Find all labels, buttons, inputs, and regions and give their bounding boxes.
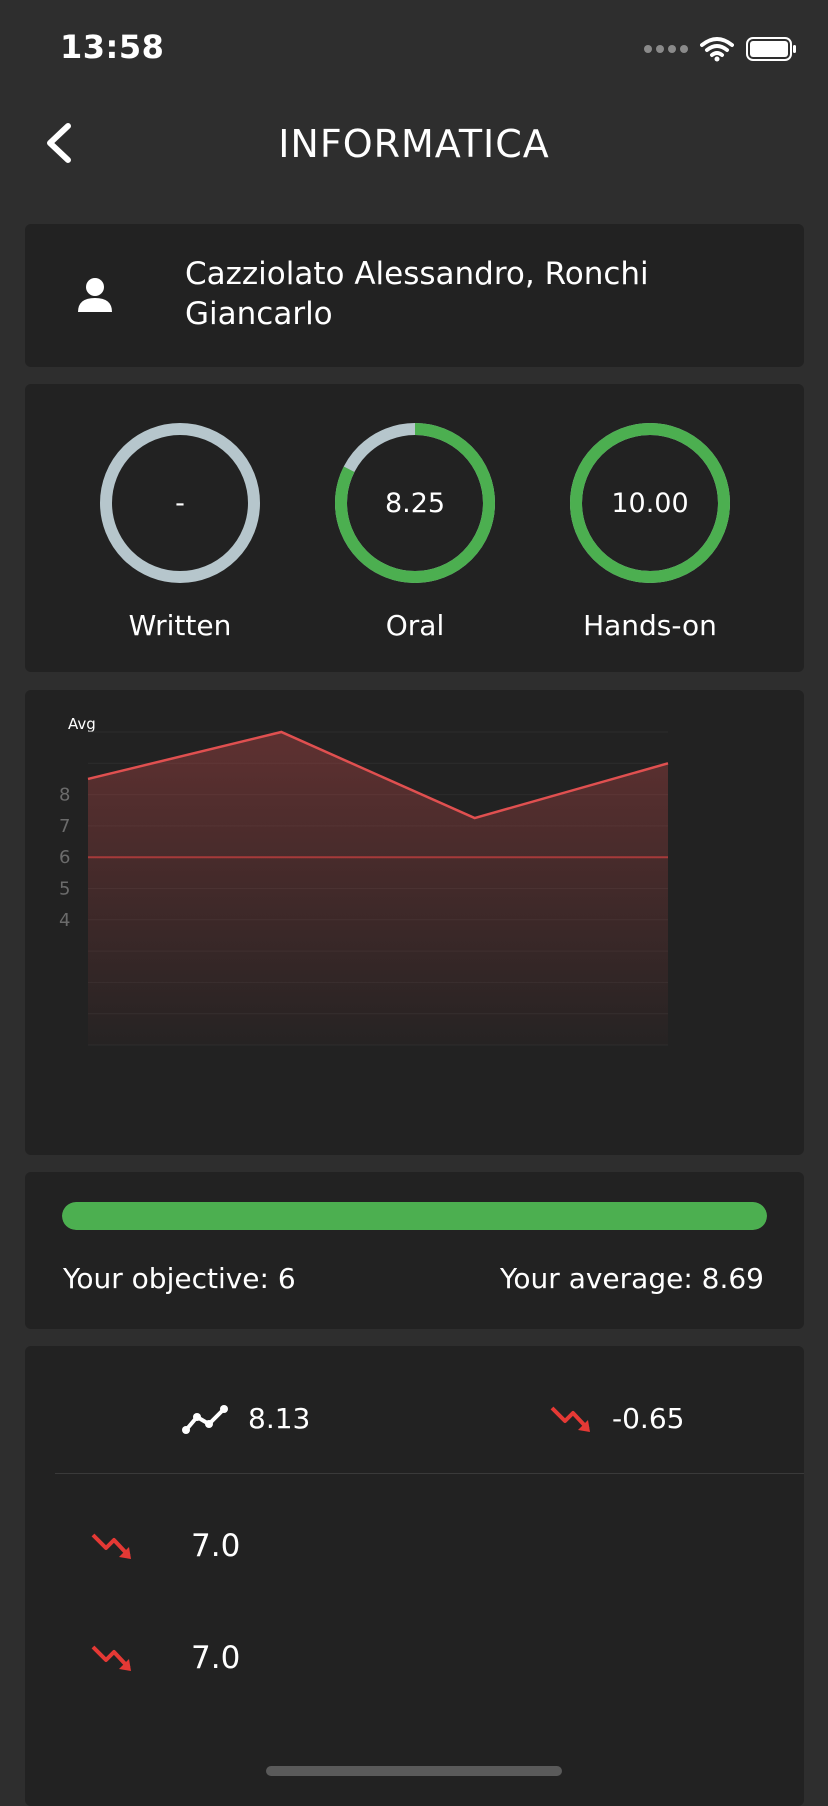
average-text: Your average: 8.69 — [500, 1262, 764, 1295]
list-item-value: 7.0 — [191, 1640, 241, 1676]
trend-stat: 8.13 — [182, 1402, 310, 1435]
hands-on-value: 10.00 — [611, 487, 689, 519]
written-value: - — [175, 487, 185, 519]
list-item[interactable]: 7.0 — [91, 1640, 240, 1676]
chart-tick-label: 7 — [59, 816, 70, 837]
average-progress-fill — [62, 1202, 767, 1230]
oral-value: 8.25 — [384, 487, 446, 519]
list-item-value: 7.0 — [191, 1528, 241, 1564]
objective-text: Your objective: 6 — [63, 1262, 296, 1295]
status-icons — [644, 36, 798, 62]
hands-on-ring[interactable]: 10.00 — [568, 421, 732, 585]
objective-card: Your objective: 6 Your average: 8.69 — [25, 1172, 804, 1329]
chart-tick-label: 5 — [59, 879, 70, 900]
signal-icon — [644, 45, 688, 53]
list-item[interactable]: 7.0 — [91, 1528, 240, 1564]
stats-divider — [55, 1473, 804, 1474]
written-label: Written — [128, 609, 232, 642]
chart-tick-label: 4 — [59, 910, 70, 931]
chart-title: Avg — [68, 715, 96, 733]
change-stat: -0.65 — [550, 1402, 684, 1435]
hands-on-label: Hands-on — [583, 609, 717, 642]
average-progress-bar — [62, 1202, 767, 1230]
chart-tick-labels: 8 7 6 5 4 — [59, 785, 70, 931]
teachers-names: Cazziolato Alessandro, Ronchi Giancarlo — [185, 256, 649, 332]
trend-down-icon — [91, 1645, 131, 1671]
oral-label: Oral — [385, 609, 445, 642]
written-ring[interactable]: - — [98, 421, 262, 585]
trend-line-icon — [182, 1404, 228, 1434]
teachers-card: Cazziolato Alessandro, Ronchi Giancarlo — [25, 224, 804, 367]
stats-card: 8.13 -0.65 7.0 7.0 — [25, 1346, 804, 1806]
chart-tick-label: 8 — [59, 785, 70, 806]
home-indicator[interactable] — [266, 1766, 562, 1776]
trend-down-icon — [91, 1533, 131, 1559]
change-value: -0.65 — [612, 1402, 685, 1435]
chart-area — [88, 732, 668, 1045]
trend-value: 8.13 — [248, 1402, 311, 1435]
average-chart[interactable]: Avg 8 7 6 5 4 — [25, 690, 804, 1155]
chart-tick-label: 6 — [59, 847, 70, 868]
person-icon — [78, 278, 112, 312]
oral-ring[interactable]: 8.25 — [333, 421, 497, 585]
grades-card: - Written 8.25 Oral 10.00 Hands-on — [25, 384, 804, 672]
page-title: INFORMATICA — [278, 122, 550, 166]
average-chart-card: Avg 8 7 6 5 4 — [25, 690, 804, 1155]
trend-down-icon — [550, 1406, 590, 1432]
wifi-icon — [700, 37, 734, 62]
battery-icon — [746, 37, 796, 61]
status-time: 13:58 — [60, 28, 165, 66]
